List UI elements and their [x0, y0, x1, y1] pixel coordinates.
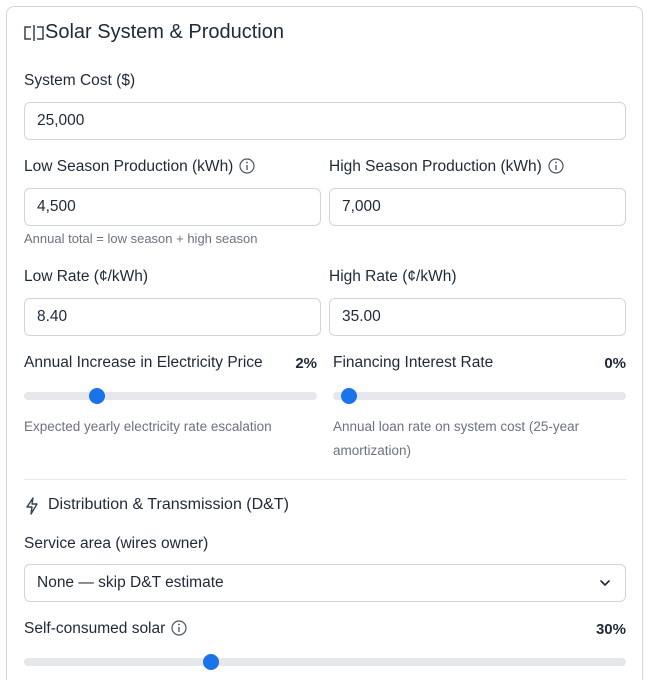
low-season-input[interactable] — [24, 188, 321, 226]
high-season-input[interactable] — [329, 188, 626, 226]
system-cost-input[interactable] — [24, 102, 626, 140]
self-consumed-label: Self-consumed solar — [24, 620, 166, 637]
low-season-label-row: Low Season Production (kWh) — [24, 158, 255, 176]
self-consumed-slider[interactable] — [24, 654, 626, 670]
section-title: Solar System & Production — [45, 21, 284, 43]
lightning-icon — [26, 497, 38, 515]
low-rate-input[interactable] — [24, 298, 321, 336]
high-season-label: High Season Production (kWh) — [329, 158, 542, 175]
dt-title: Distribution & Transmission (D&T) — [48, 496, 289, 513]
self-consumed-slider-thumb[interactable] — [203, 654, 219, 670]
info-icon[interactable] — [171, 620, 187, 636]
low-season-hint: Annual total = low season + high season — [24, 231, 258, 246]
high-season-label-row: High Season Production (kWh) — [329, 158, 564, 176]
chevron-down-icon — [600, 580, 610, 586]
high-rate-label: High Rate (¢/kWh) — [329, 268, 457, 285]
service-area-select[interactable]: None — skip D&T estimate — [24, 564, 626, 602]
service-area-label: Service area (wires owner) — [24, 535, 209, 552]
info-icon[interactable] — [548, 158, 564, 174]
annual-increase-hint: Expected yearly electricity rate escalat… — [24, 419, 272, 434]
self-consumed-label-row: Self-consumed solar — [24, 620, 187, 638]
self-consumed-value: 30% — [595, 621, 626, 638]
financing-slider[interactable] — [333, 388, 626, 404]
financing-value: 0% — [604, 355, 626, 372]
annual-increase-label: Annual Increase in Electricity Price — [24, 354, 263, 371]
high-rate-input[interactable] — [329, 298, 626, 336]
service-area-selected: None — skip D&T estimate — [37, 574, 224, 591]
annual-increase-slider[interactable] — [24, 388, 317, 404]
financing-hint: Annual loan rate on system cost (25-year… — [333, 419, 580, 458]
system-cost-label: System Cost ($) — [24, 72, 136, 89]
financing-slider-thumb[interactable] — [341, 388, 357, 404]
low-season-label: Low Season Production (kWh) — [24, 158, 234, 175]
financing-label: Financing Interest Rate — [333, 354, 494, 371]
solar-panel-icon — [24, 25, 44, 41]
low-rate-label: Low Rate (¢/kWh) — [24, 268, 149, 285]
section-divider — [24, 479, 626, 480]
annual-increase-value: 2% — [295, 355, 317, 372]
info-icon[interactable] — [239, 158, 255, 174]
